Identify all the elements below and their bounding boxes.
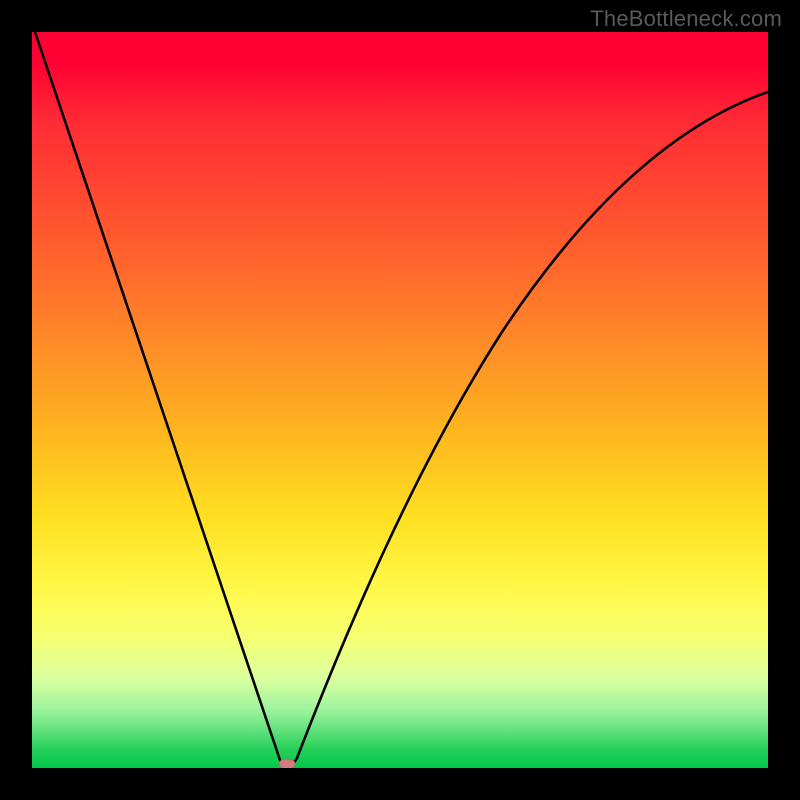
chart-frame: TheBottleneck.com [0,0,800,800]
watermark-text: TheBottleneck.com [590,6,782,32]
optimal-point-marker [279,759,295,768]
curve-layer [32,32,768,768]
plot-area [32,32,768,768]
bottleneck-curve [35,32,768,767]
